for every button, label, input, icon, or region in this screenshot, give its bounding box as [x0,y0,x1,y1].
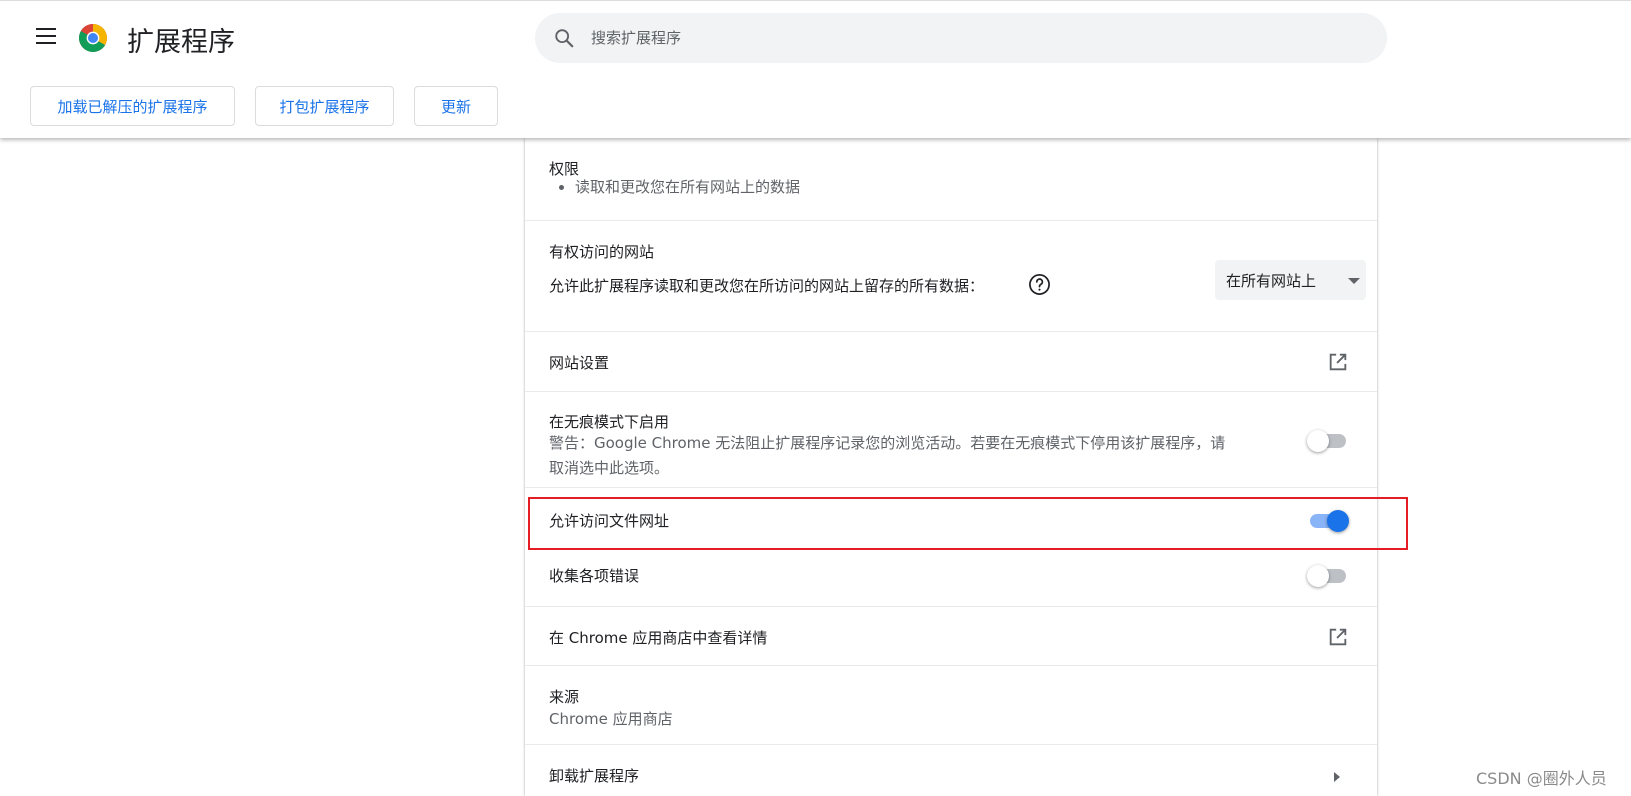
uninstall-label: 卸载扩展程序 [549,767,640,785]
incognito-warning-line2: 取消选中此选项。 [549,459,670,477]
web-store-label: 在 Chrome 应用商店中查看详情 [549,629,768,647]
site-access-selected-value: 在所有网站上 [1226,272,1317,290]
file-urls-toggle[interactable] [1307,510,1349,532]
site-settings-row[interactable]: 网站设置 [525,332,1377,392]
search-icon [555,29,574,48]
extension-details-card: 权限 读取和更改您在所有网站上的数据 有权访问的网站 允许此扩展程序读取和更改您… [525,138,1377,796]
site-access-section: 有权访问的网站 允许此扩展程序读取和更改您在所访问的网站上留存的所有数据： 在所… [525,221,1377,332]
open-in-new-icon[interactable] [1327,351,1349,373]
collect-errors-toggle[interactable] [1307,565,1349,587]
incognito-section: 在无痕模式下启用 警告：Google Chrome 无法阻止扩展程序记录您的浏览… [525,392,1377,488]
toggle-knob [1307,430,1329,452]
incognito-label: 在无痕模式下启用 [549,413,670,431]
search-input[interactable] [591,13,1351,63]
web-store-row[interactable]: 在 Chrome 应用商店中查看详情 [525,607,1377,666]
update-button[interactable]: 更新 [414,86,498,126]
source-title: 来源 [549,688,580,706]
file-urls-label: 允许访问文件网址 [549,512,670,530]
top-toolbar: 扩展程序 加载已解压的扩展程序 打包扩展程序 更新 [0,0,1631,138]
help-icon[interactable] [1028,273,1051,296]
site-access-title: 有权访问的网站 [549,243,655,261]
watermark: CSDN @圈外人员 [1476,769,1607,788]
page-title: 扩展程序 [127,27,235,58]
bullet-dot [559,185,564,190]
permission-item: 读取和更改您在所有网站上的数据 [575,178,801,196]
hamburger-menu-icon[interactable] [36,28,56,44]
pack-extension-button[interactable]: 打包扩展程序 [255,86,394,126]
dropdown-arrow-icon [1348,278,1360,284]
toggle-knob [1327,510,1349,532]
load-unpacked-button[interactable]: 加载已解压的扩展程序 [30,86,235,126]
uninstall-row[interactable]: 卸载扩展程序 [525,745,1377,796]
chrome-logo-icon [79,24,107,52]
incognito-toggle[interactable] [1307,430,1349,452]
collect-errors-row: 收集各项错误 [525,549,1377,607]
site-access-description: 允许此扩展程序读取和更改您在所访问的网站上留存的所有数据： [549,277,985,295]
permissions-section: 权限 读取和更改您在所有网站上的数据 [525,138,1377,221]
site-access-select[interactable]: 在所有网站上 [1215,260,1366,300]
file-urls-row: 允许访问文件网址 [525,488,1377,549]
source-value: Chrome 应用商店 [549,710,673,728]
toggle-knob [1307,565,1329,587]
chevron-right-icon [1334,772,1340,782]
collect-errors-label: 收集各项错误 [549,567,640,585]
incognito-warning-line1: 警告：Google Chrome 无法阻止扩展程序记录您的浏览活动。若要在无痕模… [549,434,1226,452]
open-in-new-icon[interactable] [1327,626,1349,648]
source-section: 来源 Chrome 应用商店 [525,666,1377,745]
search-bar[interactable] [535,13,1387,63]
site-settings-label: 网站设置 [549,354,610,372]
